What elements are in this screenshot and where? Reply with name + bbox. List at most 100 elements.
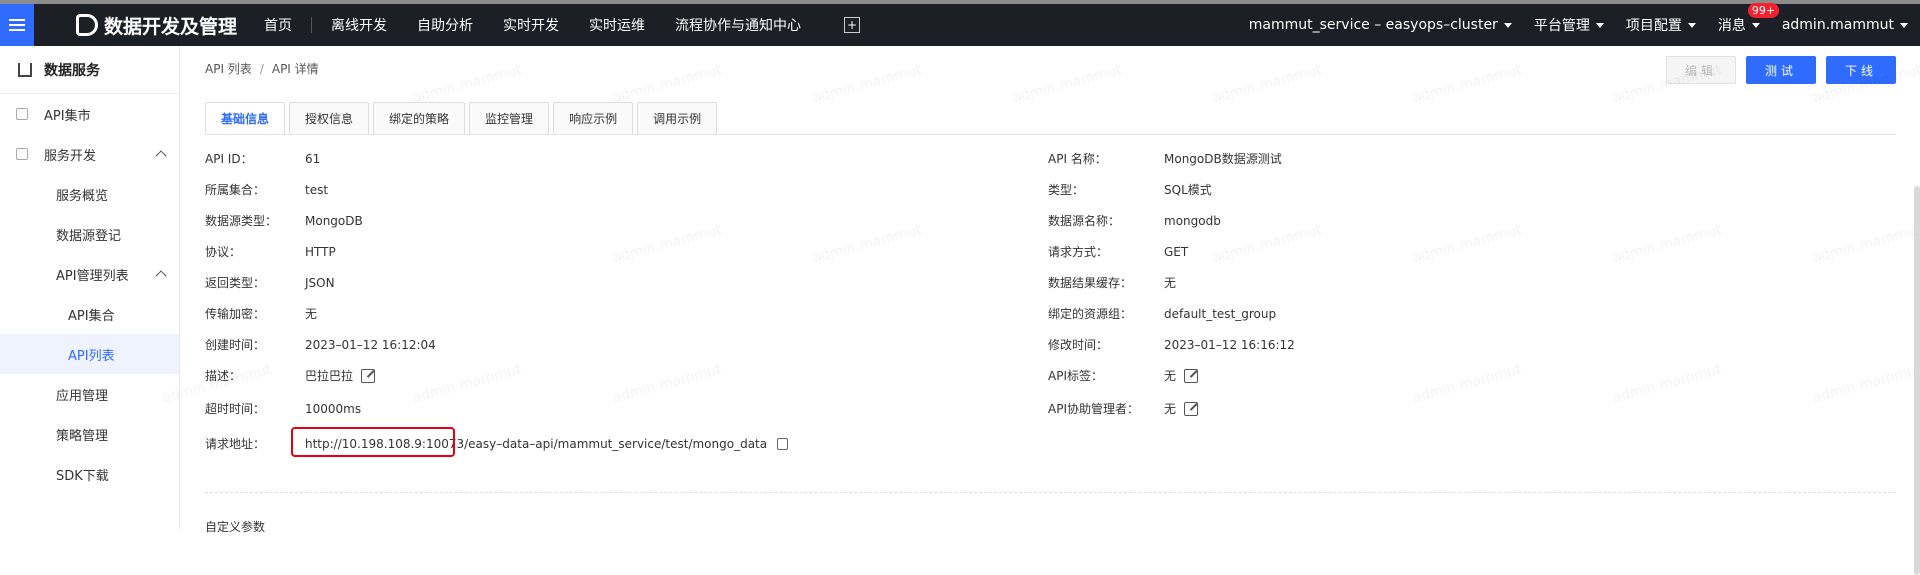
field-value: 巴拉巴拉: [305, 367, 376, 384]
watermark: admin.mammut: [1210, 221, 1324, 267]
tags-text: 无: [1164, 369, 1177, 383]
field-label: 修改时间：: [1048, 338, 1109, 352]
sidebar-item-label: 服务开发: [44, 148, 97, 164]
nav-self-analysis[interactable]: 自助分析: [417, 15, 473, 35]
field-label: 协议：: [205, 245, 242, 259]
caret-down-icon: [1595, 22, 1604, 28]
field-encryption: 传输加密： 无: [205, 305, 317, 322]
nav-offline-dev[interactable]: 离线开发: [331, 15, 387, 35]
watermark: admin.mammut: [1410, 61, 1524, 107]
tab-monitor[interactable]: 监控管理: [469, 102, 550, 134]
messages-menu[interactable]: 消息 99+: [1718, 3, 1780, 35]
highlight-box: [291, 426, 455, 457]
tab-response-example[interactable]: 响应示例: [553, 102, 634, 134]
field-label: 数据源名称：: [1048, 214, 1121, 228]
main-content: API 列表 / API 详情 编辑 测试 下线 基础信息 授权信息 绑定的策略 监…: [161, 46, 1920, 575]
field-label: 描述：: [205, 369, 242, 383]
field-return-type: 返回类型： JSON: [205, 274, 335, 291]
add-tab-icon[interactable]: +: [844, 17, 861, 33]
hamburger-icon: [9, 24, 25, 26]
copy-icon[interactable]: [777, 437, 789, 450]
edit-icon[interactable]: [1184, 368, 1199, 383]
detail-tabs: 基础信息 授权信息 绑定的策略 监控管理 响应示例 调用示例: [205, 102, 721, 134]
sidebar-item-api-list[interactable]: API列表: [0, 334, 179, 374]
sidebar-item-label: API集合: [68, 308, 115, 324]
nav-home[interactable]: 首页: [264, 15, 292, 35]
tab-call-example[interactable]: 调用示例: [637, 102, 718, 134]
project-menu[interactable]: 项目配置: [1626, 15, 1696, 35]
tab-bound-policy[interactable]: 绑定的策略: [373, 102, 466, 134]
field-create-time: 创建时间： 2023–01–12 16:12:04: [205, 336, 436, 353]
watermark: admin.mammut: [1410, 361, 1524, 407]
field-value: 无: [1164, 367, 1199, 384]
offline-button[interactable]: 下线: [1825, 56, 1896, 84]
field-label: API 名称：: [1048, 152, 1107, 166]
caret-down-icon: [1687, 22, 1696, 28]
sidebar-item-label: 服务概览: [56, 188, 109, 204]
edit-button[interactable]: 编辑: [1665, 56, 1736, 84]
sidebar-item-service-dev[interactable]: 服务开发: [0, 134, 179, 174]
top-right-menu: mammut_service – easyops–cluster 平台管理 项目…: [1227, 3, 1908, 46]
brand-logo[interactable]: 数据开发及管理: [76, 12, 237, 39]
sidebar-item-sdk-download[interactable]: SDK下载: [0, 454, 179, 494]
brand-title: 数据开发及管理: [104, 15, 238, 38]
field-value: JSON: [305, 275, 335, 290]
description-text: 巴拉巴拉: [305, 369, 354, 383]
field-value: mongodb: [1164, 213, 1221, 228]
field-value: 无: [1164, 276, 1177, 290]
edit-icon[interactable]: [361, 368, 376, 383]
field-value: HTTP: [305, 244, 336, 259]
sidebar-item-service-overview[interactable]: 服务概览: [0, 174, 179, 214]
field-value: 61: [305, 151, 321, 166]
caret-down-icon: [1751, 22, 1760, 28]
vertical-scrollbar[interactable]: [1914, 186, 1920, 575]
watermark: admin.mammut: [610, 361, 724, 407]
nav-realtime-dev[interactable]: 实时开发: [503, 15, 559, 35]
user-menu[interactable]: admin.mammut: [1782, 17, 1908, 33]
test-button[interactable]: 测试: [1745, 56, 1816, 84]
field-label: 返回类型：: [205, 276, 266, 290]
watermark: admin.mammut: [1610, 221, 1724, 267]
dev-icon: [16, 148, 28, 160]
menu-toggle-button[interactable]: [0, 4, 34, 46]
watermark: admin.mammut: [1410, 221, 1524, 267]
main-nav: 首页 离线开发 自助分析 实时开发 实时运维 流程协作与通知中心 +: [249, 15, 861, 35]
tab-basic-info[interactable]: 基础信息: [205, 102, 286, 134]
sidebar-item-api-market[interactable]: API集市: [0, 94, 179, 134]
cluster-selector[interactable]: mammut_service – easyops–cluster: [1249, 17, 1512, 33]
edit-icon[interactable]: [1184, 401, 1199, 416]
chevron-up-icon: [155, 270, 167, 282]
sidebar-item-api-collection[interactable]: API集合: [0, 294, 179, 334]
watermark: admin.mammut: [1810, 221, 1920, 267]
sidebar-title: 数据服务: [0, 46, 179, 94]
watermark: admin.mammut: [610, 221, 724, 267]
field-api-id: API ID： 61: [205, 150, 320, 167]
breadcrumb-current: API 详情: [271, 62, 319, 76]
tab-auth-info[interactable]: 授权信息: [289, 102, 370, 134]
field-value: http://10.198.108.9:10073/easy–data–api/…: [291, 426, 789, 457]
field-label: 传输加密：: [205, 307, 266, 321]
sidebar: 数据服务 API集市 服务开发 服务概览 数据源登记 API管理列表 API集合…: [0, 46, 180, 529]
sidebar-item-label: 应用管理: [56, 388, 109, 404]
breadcrumb-root[interactable]: API 列表: [205, 62, 252, 76]
field-label: 数据结果缓存：: [1048, 276, 1133, 290]
field-value: 无: [305, 307, 318, 321]
co-managers-text: 无: [1164, 402, 1177, 416]
sidebar-item-api-manage-list[interactable]: API管理列表: [0, 254, 179, 294]
sidebar-item-app-manage[interactable]: 应用管理: [0, 374, 179, 414]
field-timeout: 超时时间： 10000ms: [205, 400, 361, 417]
sidebar-item-datasource-register[interactable]: 数据源登记: [0, 214, 179, 254]
nav-realtime-ops[interactable]: 实时运维: [589, 15, 645, 35]
field-label: 创建时间：: [205, 338, 266, 352]
sidebar-item-label: API列表: [68, 348, 115, 364]
field-value: 10000ms: [305, 401, 362, 416]
sidebar-item-policy-manage[interactable]: 策略管理: [0, 414, 179, 454]
sidebar-item-label: API管理列表: [56, 268, 129, 284]
field-type: 类型： SQL模式: [1048, 181, 1212, 198]
user-name: admin.mammut: [1781, 17, 1894, 33]
sidebar-title-label: 数据服务: [44, 62, 100, 79]
watermark: admin.mammut: [610, 61, 724, 107]
nav-workflow-center[interactable]: 流程协作与通知中心: [675, 15, 801, 35]
caret-down-icon: [1900, 22, 1908, 28]
platform-menu[interactable]: 平台管理: [1534, 15, 1604, 35]
